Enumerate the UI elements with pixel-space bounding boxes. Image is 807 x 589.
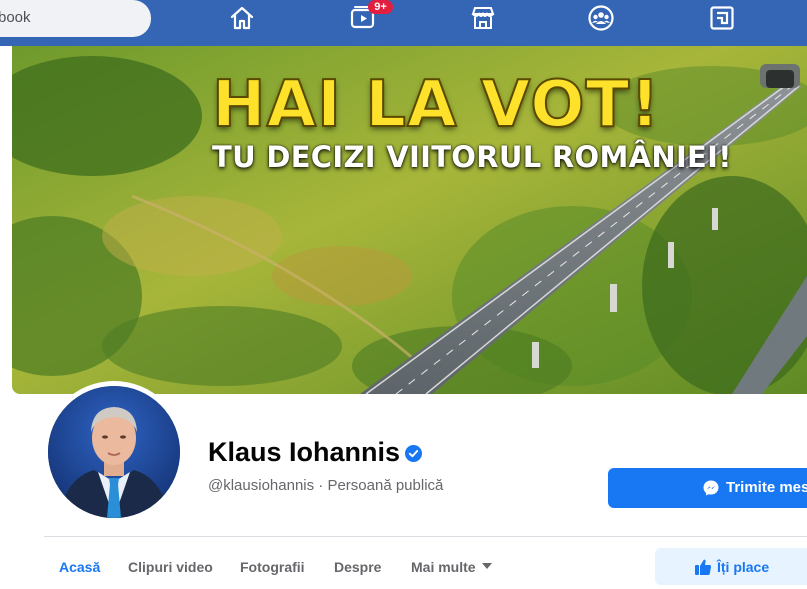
top-navigation-bar: book 9+: [0, 0, 807, 46]
verified-badge-icon: [405, 445, 422, 462]
cover-photo[interactable]: HAI LA VOT! TU DECIZI VIITORUL ROMÂNIEI!: [12, 46, 807, 394]
gaming-icon[interactable]: [708, 4, 736, 32]
like-page-label: Îți place: [717, 559, 770, 575]
avatar[interactable]: [48, 386, 180, 518]
home-icon[interactable]: [228, 4, 256, 32]
profile-name: Klaus Iohannis: [208, 437, 401, 467]
cover-headline: HAI LA VOT!: [211, 67, 661, 143]
send-message-label: Trimite mes: [726, 479, 807, 496]
tab-more[interactable]: Mai multe: [411, 559, 492, 575]
thumbs-up-icon: [694, 558, 712, 576]
tab-more-label: Mai multe: [411, 559, 476, 575]
like-page-button[interactable]: Îți place: [655, 548, 807, 585]
watch-notification-badge: 9+: [368, 0, 393, 14]
tab-videos[interactable]: Clipuri video: [128, 559, 213, 575]
caret-down-icon: [481, 563, 492, 570]
search-input-text: book: [0, 9, 31, 26]
profile-subtitle: @klausiohannis · Persoană publică: [208, 477, 444, 494]
send-message-button[interactable]: Trimite mes: [608, 468, 807, 508]
marketplace-icon[interactable]: [469, 4, 497, 32]
tab-home[interactable]: Acasă: [59, 559, 100, 575]
divider: [44, 536, 807, 537]
groups-icon[interactable]: [587, 4, 615, 32]
tab-about[interactable]: Despre: [334, 559, 381, 575]
messenger-icon: [702, 479, 720, 497]
cover-subheadline: TU DECIZI VIITORUL ROMÂNIEI!: [212, 140, 732, 174]
tab-photos[interactable]: Fotografii: [240, 559, 305, 575]
search-input[interactable]: book: [0, 0, 151, 37]
